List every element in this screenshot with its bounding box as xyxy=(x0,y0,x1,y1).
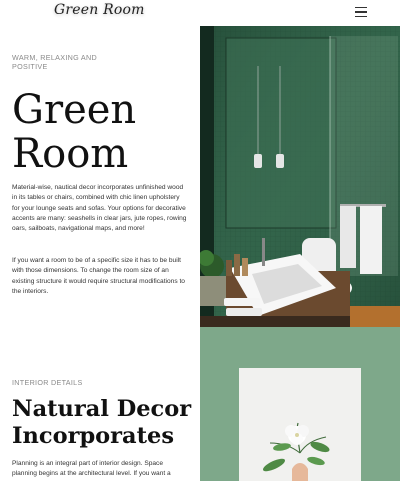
section-eyebrow: INTERIOR DETAILS xyxy=(12,378,83,387)
green-bathroom-photo xyxy=(200,26,400,327)
flower-card-photo xyxy=(200,327,400,481)
section-paragraph: Planning is an integral part of interior… xyxy=(12,460,171,478)
menu-line xyxy=(355,7,367,9)
hero-eyebrow: WARM, RELAXING AND POSITIVE xyxy=(12,53,98,71)
hamburger-menu-icon[interactable] xyxy=(355,7,367,18)
section-title-line2: Incorporates xyxy=(12,423,174,449)
flower-illustration xyxy=(200,327,400,481)
hero-title-line1: Green xyxy=(12,87,137,133)
hero-paragraph-2: If you want a room to be of a specific s… xyxy=(12,257,185,295)
hero-paragraph-1: Material-wise, nautical decor incorporat… xyxy=(12,184,187,233)
site-logo[interactable]: Green Room xyxy=(54,2,145,18)
section-title: Natural Decor Incorporates xyxy=(12,396,198,450)
bathroom-illustration xyxy=(200,26,400,327)
menu-line xyxy=(355,15,367,17)
top-bar: Green Room xyxy=(0,0,400,26)
menu-line xyxy=(355,11,367,13)
hero-title-line2: Room xyxy=(12,131,129,177)
section-title-line1: Natural Decor xyxy=(12,396,192,422)
hero-title: Green Room xyxy=(12,88,136,176)
